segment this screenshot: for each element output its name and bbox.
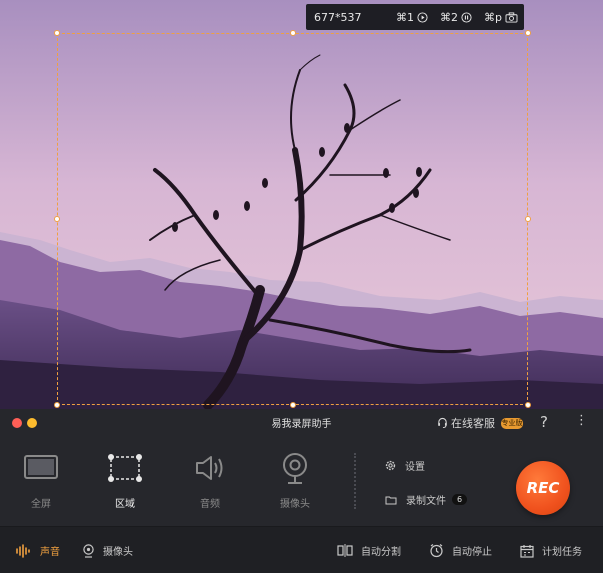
auto-split-label: 自动分割 [361, 547, 401, 558]
recordings-label: 录制文件 [406, 496, 446, 507]
pause-recording-shortcut[interactable]: ⌘2 [440, 11, 472, 24]
resize-handle-bottom-right[interactable] [525, 402, 531, 408]
mode-audio-label: 音频 [200, 499, 220, 510]
camera-label: 摄像头 [103, 547, 133, 558]
mode-webcam-label: 摄像头 [280, 499, 310, 510]
pro-edition-badge: 专业版 [501, 418, 523, 429]
shortcut-keys: ⌘1 [396, 10, 415, 24]
schedule-task-label: 计划任务 [542, 547, 582, 558]
monitor-icon [24, 455, 58, 479]
mode-fullscreen[interactable]: 全屏 [9, 451, 73, 510]
pause-circle-icon [461, 11, 472, 23]
auto-stop-button[interactable]: 自动停止 [429, 543, 492, 558]
shortcut-keys: ⌘2 [440, 10, 459, 24]
screenshot-shortcut[interactable]: ⌘p [484, 11, 518, 24]
resize-handle-bottom[interactable] [290, 402, 296, 408]
gear-icon [385, 460, 396, 471]
panel-divider [354, 453, 356, 509]
bottom-toolbar: 声音 摄像头 自动分割 自动停止 计划任务 [0, 526, 603, 573]
settings-label: 设置 [405, 462, 425, 473]
webcam-icon [283, 453, 307, 484]
auto-stop-label: 自动停止 [452, 547, 492, 558]
mode-fullscreen-label: 全屏 [31, 499, 51, 510]
help-button[interactable]: ? [540, 413, 548, 431]
resize-handle-left[interactable] [54, 216, 60, 222]
shortcut-keys: ⌘p [484, 10, 502, 24]
alarm-clock-icon [430, 544, 443, 558]
online-support-button[interactable]: 在线客服 [437, 415, 495, 431]
title-bar: 易我录屏助手 在线客服 专业版 ? ⋮ [0, 409, 603, 435]
resize-handle-top-left[interactable] [54, 30, 60, 36]
capture-region-selection[interactable] [54, 30, 531, 408]
headset-icon [438, 417, 447, 429]
camera-icon [505, 11, 518, 23]
sound-label: 声音 [40, 547, 60, 558]
online-support-label: 在线客服 [451, 417, 495, 430]
split-icon [337, 544, 353, 557]
sound-wave-icon [16, 543, 30, 558]
mode-webcam[interactable]: 摄像头 [263, 451, 327, 510]
resize-handle-top-right[interactable] [525, 30, 531, 36]
recordings-count-badge: 6 [452, 494, 468, 505]
settings-button[interactable]: 设置 [385, 458, 425, 473]
region-select-icon [108, 454, 142, 482]
recorder-panel: 易我录屏助手 在线客服 专业版 ? ⋮ 全屏 区域 音频 摄像头 设置 录制文件… [0, 409, 603, 573]
speaker-icon [196, 456, 223, 480]
mode-region[interactable]: 区域 [93, 451, 157, 510]
start-recording-shortcut[interactable]: ⌘1 [396, 11, 428, 24]
resize-handle-top[interactable] [290, 30, 296, 36]
resize-handle-right[interactable] [525, 216, 531, 222]
recordings-button[interactable]: 录制文件 6 [385, 492, 468, 507]
sound-toggle[interactable]: 声音 [16, 543, 60, 558]
webcam-small-icon [83, 543, 94, 558]
capture-dimensions: 677*537 [314, 10, 362, 24]
folder-icon [385, 496, 397, 504]
mode-audio[interactable]: 音频 [178, 451, 242, 510]
calendar-icon [520, 544, 534, 558]
resize-handle-bottom-left[interactable] [54, 402, 60, 408]
capture-size-toolbar: 677*537 ⌘1 ⌘2 ⌘p [306, 4, 524, 30]
mode-region-label: 区域 [115, 499, 135, 510]
camera-toggle[interactable]: 摄像头 [82, 543, 133, 558]
play-circle-icon [417, 11, 428, 23]
schedule-task-button[interactable]: 计划任务 [520, 543, 582, 558]
auto-split-button[interactable]: 自动分割 [337, 543, 401, 558]
record-button[interactable]: REC [516, 461, 570, 515]
more-menu-button[interactable]: ⋮ [575, 413, 588, 428]
